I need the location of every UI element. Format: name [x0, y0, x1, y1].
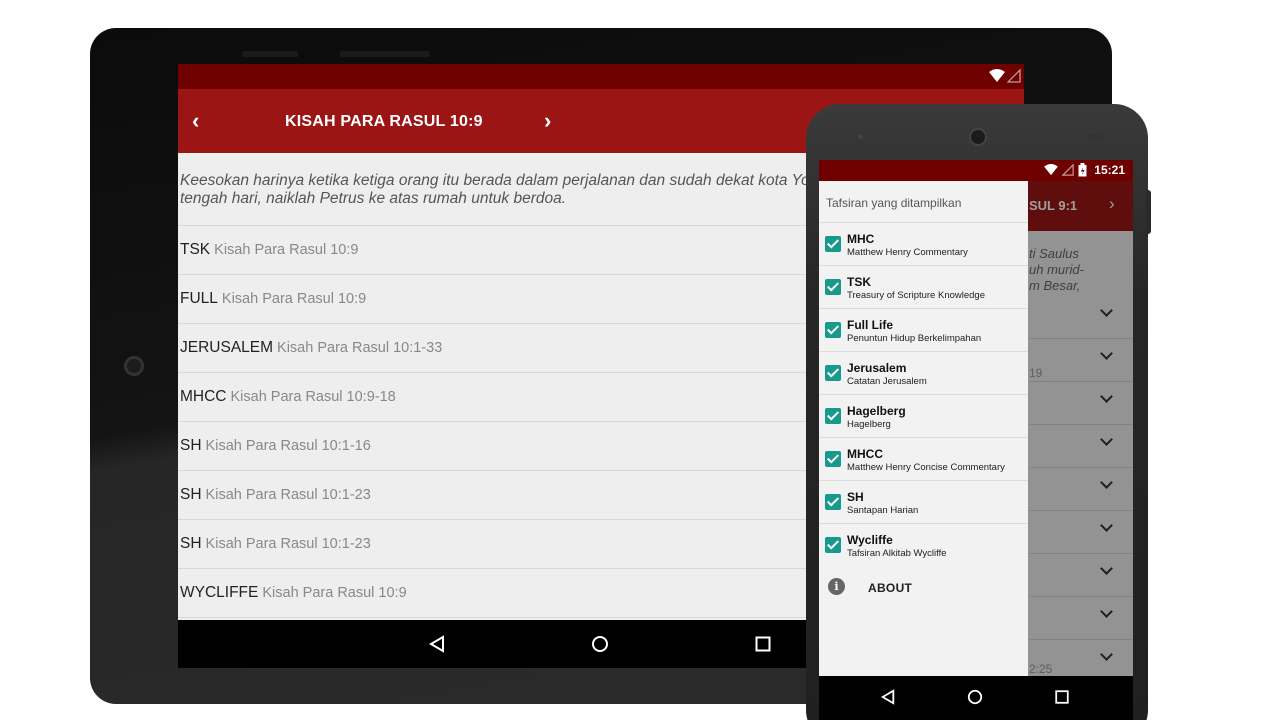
device-mockup-stage: ‹ KISAH PARA RASUL 10:9 › Keesokan harin…: [0, 0, 1280, 720]
about-label: ABOUT: [868, 581, 913, 595]
page-title: KISAH PARA RASUL 10:9: [285, 113, 483, 130]
commentary-source: WYCLIFFE: [180, 584, 259, 601]
status-time: 15:21: [1094, 163, 1125, 177]
commentary-ref: Kisah Para Rasul 10:1-23: [205, 487, 371, 503]
signal-icon: [1007, 69, 1021, 83]
commentary-ref: Kisah Para Rasul 10:1-23: [205, 536, 371, 552]
drawer-item-sh[interactable]: SH Santapan Harian: [819, 481, 1028, 524]
wifi-icon: [1044, 164, 1058, 176]
commentary-ref: Kisah Para Rasul 10:9: [221, 291, 367, 307]
drawer-item-subtitle: Matthew Henry Commentary: [847, 247, 968, 258]
info-icon: i: [828, 578, 845, 595]
back-nav-icon[interactable]: [428, 635, 446, 653]
phone-nav-bar: [819, 676, 1133, 720]
commentary-source: TSK: [180, 241, 211, 258]
checkbox-checked-icon[interactable]: [825, 537, 841, 553]
commentary-filter-drawer: Tafsiran yang ditampilkan MHC Matthew Hen…: [819, 181, 1028, 676]
checkbox-checked-icon[interactable]: [825, 365, 841, 381]
phone-sensor: [1088, 134, 1102, 138]
checkbox-checked-icon[interactable]: [825, 279, 841, 295]
commentary-source: SH: [180, 437, 202, 454]
phone-status-bar: 15:21: [819, 160, 1133, 181]
drawer-item-subtitle: Penuntun Hidup Berkelimpahan: [847, 333, 982, 344]
recents-nav-icon[interactable]: [1054, 689, 1070, 705]
phone-frame: SUL 9:1 › ti Saulus uh murid- m Besar, 1…: [806, 104, 1148, 720]
drawer-item-subtitle: Matthew Henry Concise Commentary: [847, 462, 1005, 473]
commentary-source: SH: [180, 486, 202, 503]
drawer-item-name: Full Life: [847, 318, 893, 332]
drawer-item-subtitle: Santapan Harian: [847, 505, 919, 516]
drawer-header: Tafsiran yang ditampilkan: [819, 181, 1028, 223]
drawer-item-hagelberg[interactable]: Hagelberg Hagelberg: [819, 395, 1028, 438]
drawer-item-jerusalem[interactable]: Jerusalem Catatan Jerusalem: [819, 352, 1028, 395]
drawer-item-name: Hagelberg: [847, 404, 906, 418]
commentary-ref: Kisah Para Rasul 10:1-16: [205, 438, 371, 454]
battery-icon: [1078, 163, 1087, 177]
drawer-item-full-life[interactable]: Full Life Penuntun Hidup Berkelimpahan: [819, 309, 1028, 352]
chevron-right-icon[interactable]: ›: [544, 108, 551, 134]
commentary-ref: Kisah Para Rasul 10:9: [262, 585, 407, 601]
drawer-item-subtitle: Tafsiran Alkitab Wycliffe: [847, 548, 947, 559]
tablet-status-bar: [178, 64, 1024, 89]
drawer-item-subtitle: Treasury of Scripture Knowledge: [847, 290, 985, 301]
commentary-source: JERUSALEM: [180, 339, 274, 356]
commentary-ref: Kisah Para Rasul 10:9: [214, 242, 359, 258]
phone-speaker-dot: [858, 134, 863, 139]
drawer-item-mhc[interactable]: MHC Matthew Henry Commentary: [819, 223, 1028, 266]
drawer-item-tsk[interactable]: TSK Treasury of Scripture Knowledge: [819, 266, 1028, 309]
commentary-source: FULL: [180, 290, 218, 307]
drawer-item-subtitle: Catatan Jerusalem: [847, 376, 927, 387]
phone-camera: [969, 128, 987, 146]
tablet-button: [340, 51, 430, 57]
commentary-source: MHCC: [180, 388, 227, 405]
drawer-item-name: SH: [847, 490, 864, 504]
commentary-ref: Kisah Para Rasul 10:9-18: [230, 389, 396, 405]
checkbox-checked-icon[interactable]: [825, 408, 841, 424]
signal-icon: [1062, 164, 1074, 176]
drawer-item-subtitle: Hagelberg: [847, 419, 891, 430]
recents-nav-icon[interactable]: [754, 635, 772, 653]
chevron-left-icon[interactable]: ‹: [192, 108, 199, 134]
drawer-item-mhcc[interactable]: MHCC Matthew Henry Concise Commentary: [819, 438, 1028, 481]
tablet-button: [242, 51, 298, 57]
wifi-icon: [989, 69, 1005, 82]
tablet-camera: [124, 356, 144, 376]
phone-side-button: [1146, 190, 1151, 234]
drawer-item-name: TSK: [847, 275, 871, 289]
drawer-item-name: Wycliffe: [847, 533, 893, 547]
checkbox-checked-icon[interactable]: [825, 451, 841, 467]
home-nav-icon[interactable]: [967, 689, 983, 705]
drawer-item-name: MHCC: [847, 447, 883, 461]
home-nav-icon[interactable]: [591, 635, 609, 653]
phone-screen: SUL 9:1 › ti Saulus uh murid- m Besar, 1…: [819, 160, 1133, 720]
commentary-ref: Kisah Para Rasul 10:1-33: [277, 340, 443, 356]
commentary-source: SH: [180, 535, 202, 552]
checkbox-checked-icon[interactable]: [825, 322, 841, 338]
drawer-item-wycliffe[interactable]: Wycliffe Tafsiran Alkitab Wycliffe: [819, 524, 1028, 567]
drawer-item-name: MHC: [847, 232, 875, 246]
checkbox-checked-icon[interactable]: [825, 236, 841, 252]
about-menu-item[interactable]: i ABOUT: [819, 567, 1028, 609]
drawer-item-name: Jerusalem: [847, 361, 907, 375]
checkbox-checked-icon[interactable]: [825, 494, 841, 510]
back-nav-icon[interactable]: [880, 689, 896, 705]
